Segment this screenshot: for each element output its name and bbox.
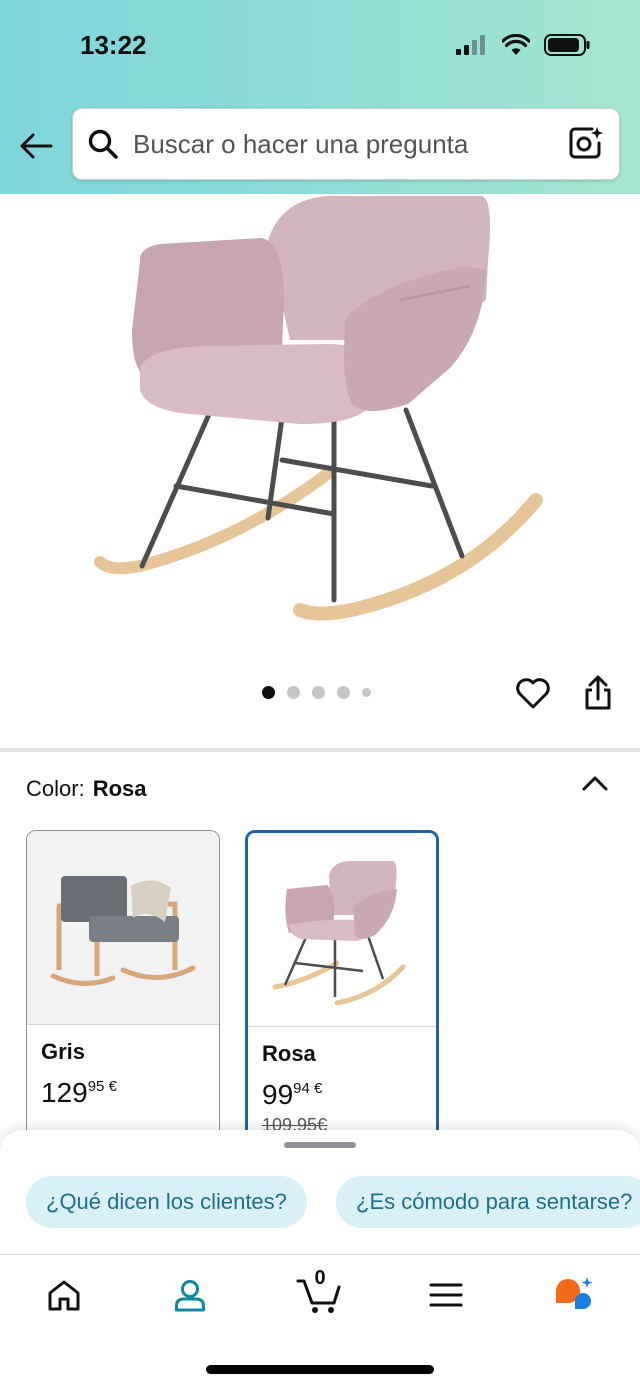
variant-thumbnail (27, 831, 219, 1025)
search-bar[interactable] (72, 108, 620, 180)
share-icon (585, 675, 611, 710)
add-to-wishlist-button[interactable] (512, 672, 554, 714)
nav-cart[interactable]: 0 (288, 1267, 352, 1317)
price-whole: 129 (41, 1077, 88, 1108)
chevron-up-icon (582, 776, 608, 791)
home-indicator (206, 1365, 434, 1374)
visual-search-button[interactable] (565, 124, 605, 164)
profile-icon (175, 1280, 205, 1312)
share-button[interactable] (578, 672, 618, 714)
hamburger-menu-icon (429, 1283, 463, 1307)
carousel-dot[interactable] (337, 686, 350, 699)
status-icons (456, 34, 590, 56)
search-input[interactable] (133, 128, 565, 160)
back-arrow-icon (20, 133, 53, 159)
collapse-color-button[interactable] (578, 766, 612, 800)
grey-chair-thumbnail (50, 875, 196, 986)
cart-count-badge: 0 (314, 1267, 326, 1289)
variant-name: Gris (41, 1039, 86, 1064)
nav-profile[interactable] (158, 1273, 222, 1317)
suggestion-chip[interactable]: ¿Es cómodo para sentarse? (336, 1176, 640, 1228)
variant-name: Rosa (262, 1041, 316, 1066)
sheet-drag-handle[interactable] (284, 1142, 356, 1148)
pink-chair-thumbnail (272, 860, 406, 1005)
selected-color-value: Rosa (92, 776, 147, 801)
rocking-chair-image (94, 196, 543, 621)
search-icon (88, 129, 118, 159)
price-fraction: 94 (293, 1080, 310, 1097)
price-currency: € (314, 1080, 323, 1097)
app-header: 13:22 (0, 0, 640, 194)
carousel-dot[interactable] (312, 686, 325, 699)
rufus-suggestions-sheet: ¿Qué dicen los clientes? ¿Es cómodo para… (0, 1130, 640, 1260)
nav-rufus-assistant[interactable] (542, 1273, 606, 1317)
rufus-assistant-icon (556, 1277, 593, 1309)
color-selector-label: Color: Rosa (26, 776, 146, 802)
price-currency: € (108, 1078, 117, 1095)
status-time: 13:22 (80, 30, 147, 60)
nav-menu[interactable] (414, 1273, 478, 1317)
image-carousel-dots[interactable] (262, 686, 371, 699)
price-whole: 99 (262, 1079, 294, 1110)
back-button[interactable] (16, 126, 56, 166)
home-icon (48, 1280, 80, 1311)
carousel-dot[interactable] (362, 688, 371, 697)
color-label: Color: (26, 776, 85, 801)
variant-card-gris[interactable]: Gris 12995 € (26, 830, 220, 1150)
variant-card-rosa[interactable]: Rosa 9994 € 109,95€ (245, 830, 439, 1150)
carousel-dot[interactable] (287, 686, 300, 699)
battery-icon (544, 34, 590, 56)
camera-sparkle-icon (569, 127, 603, 159)
section-divider (0, 748, 640, 752)
suggestion-chip[interactable]: ¿Qué dicen los clientes? (26, 1176, 307, 1228)
variant-price: 12995 € (41, 1071, 219, 1109)
nav-home[interactable] (32, 1273, 96, 1317)
variant-thumbnail (248, 833, 436, 1027)
price-fraction: 95 (87, 1078, 105, 1095)
heart-icon (516, 678, 550, 709)
wifi-icon (502, 34, 530, 55)
bottom-navigation: 0 (0, 1254, 640, 1387)
cellular-signal-icon (456, 35, 485, 55)
variant-price: 9994 € (262, 1073, 436, 1111)
product-image[interactable] (0, 194, 640, 664)
carousel-dot-active[interactable] (262, 686, 275, 699)
